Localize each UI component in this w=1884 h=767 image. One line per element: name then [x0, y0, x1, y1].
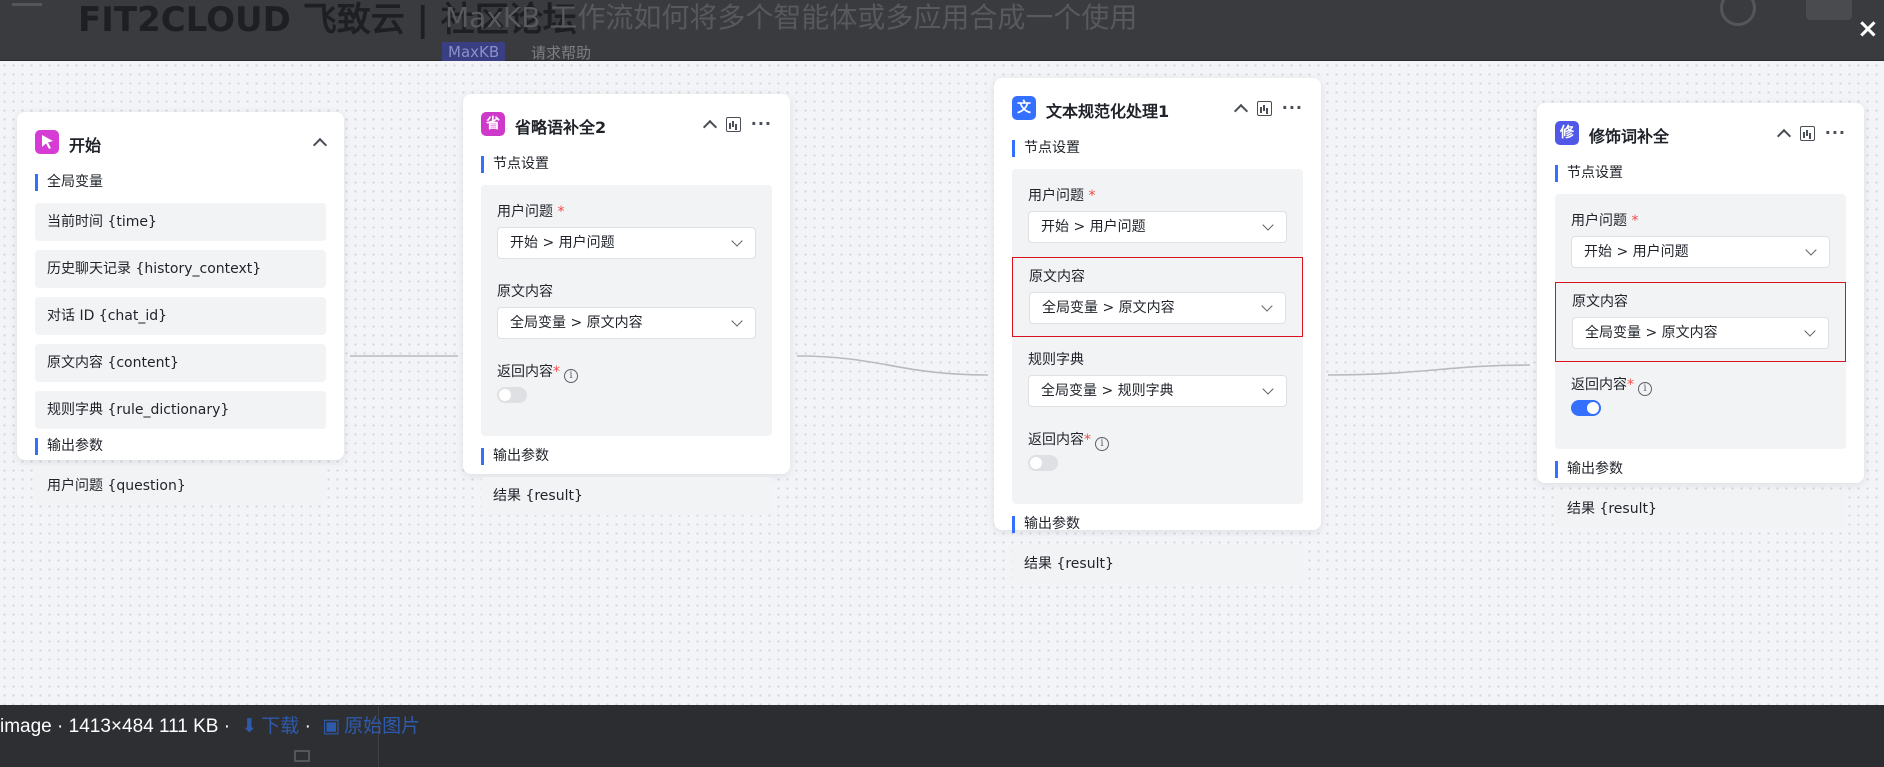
question-select[interactable]: 开始 > 用户问题: [1571, 236, 1830, 268]
field-label: 返回内容* i: [497, 361, 756, 383]
highlight-box: 原文内容 全局变量 > 原文内容: [1555, 282, 1846, 362]
output-item: 结果 {result}: [1012, 545, 1303, 583]
section-settings: 节点设置: [1555, 165, 1846, 182]
background-divider: [378, 706, 1884, 767]
field-label: 用户问题 *: [1571, 213, 1639, 229]
chevron-down-icon: [1262, 219, 1274, 231]
info-icon[interactable]: i: [1095, 437, 1109, 451]
field-label: 用户问题 *: [497, 204, 565, 220]
question-select[interactable]: 开始 > 用户问题: [1028, 211, 1287, 243]
more-icon[interactable]: ···: [751, 116, 772, 132]
highlight-box: 原文内容 全局变量 > 原文内容: [1012, 257, 1303, 337]
node-type-icon: 省: [481, 112, 505, 136]
chevron-down-icon: [1805, 244, 1817, 256]
field-label: 原文内容: [497, 284, 553, 300]
stats-icon[interactable]: [1256, 100, 1272, 116]
node-title: 省略语补全2: [515, 118, 607, 137]
collapse-icon[interactable]: [1776, 126, 1790, 140]
return-toggle[interactable]: [1571, 400, 1601, 416]
settings-panel: 用户问题 * 开始 > 用户问题 原文内容 全局变量 > 原文内容 返回内容* i: [481, 185, 772, 436]
user-button: [1806, 0, 1852, 20]
content-select[interactable]: 全局变量 > 原文内容: [1029, 292, 1286, 324]
field-label: 返回内容* i: [1571, 374, 1830, 396]
workflow-canvas: 开始 全局变量 当前时间 {time} 历史聊天记录 {history_cont…: [0, 61, 1884, 705]
post-title: MaxKB 工作流如何将多个智能体或多应用合成一个使用: [445, 1, 1138, 34]
node-abbreviation[interactable]: 省 省略语补全2 ··· 节点设置 用户问题 * 开始 > 用户问题 原文内容 …: [463, 94, 790, 515]
tag-help: 请求帮助: [531, 44, 592, 62]
section-output: 输出参数: [481, 448, 772, 465]
more-icon[interactable]: ···: [1825, 125, 1846, 141]
node-start[interactable]: 开始 全局变量 当前时间 {time} 历史聊天记录 {history_cont…: [17, 112, 344, 505]
chevron-down-icon: [731, 315, 743, 327]
image-caption: image · 1413×484 111 KB · ⬇ 下载 · ▣ 原始图片: [0, 715, 421, 738]
more-icon[interactable]: ···: [1282, 100, 1303, 116]
collapse-icon[interactable]: [1233, 101, 1247, 115]
output-item: 用户问题 {question}: [35, 467, 326, 505]
stats-icon[interactable]: [725, 116, 741, 132]
section-output: 输出参数: [1012, 516, 1303, 533]
close-lightbox-button[interactable]: ×: [1857, 16, 1879, 42]
section-output: 输出参数: [1555, 461, 1846, 478]
chevron-down-icon: [1804, 325, 1816, 337]
field-label: 返回内容* i: [1028, 429, 1287, 451]
output-item: 结果 {result}: [481, 477, 772, 515]
var-item: 当前时间 {time}: [35, 203, 326, 241]
category-tag: MaxKB: [442, 42, 506, 62]
node-normalize[interactable]: 文 文本规范化处理1 ··· 节点设置 用户问题 * 开始 > 用户问题 原文内…: [994, 78, 1321, 583]
field-label: 原文内容: [1572, 294, 1628, 310]
field-label: 用户问题 *: [1028, 188, 1096, 204]
chevron-down-icon: [1262, 383, 1274, 395]
question-select[interactable]: 开始 > 用户问题: [497, 227, 756, 259]
info-icon[interactable]: i: [564, 369, 578, 383]
return-toggle[interactable]: [497, 387, 527, 403]
var-item: 历史聊天记录 {history_context}: [35, 250, 326, 288]
rules-select[interactable]: 全局变量 > 规则字典: [1028, 375, 1287, 407]
keyboard-icon: [294, 750, 310, 762]
download-icon[interactable]: ⬇: [241, 715, 257, 738]
content-select[interactable]: 全局变量 > 原文内容: [497, 307, 756, 339]
chevron-down-icon: [731, 235, 743, 247]
edge-normalize-to-modifier: [1327, 364, 1531, 376]
node-type-icon: 文: [1012, 96, 1036, 120]
edge-abbr-to-normalize: [796, 355, 989, 376]
collapse-icon[interactable]: [702, 117, 716, 131]
chevron-down-icon: [1261, 300, 1273, 312]
var-item: 对话 ID {chat_id}: [35, 297, 326, 335]
cursor-icon: [35, 130, 59, 154]
collapse-icon[interactable]: [312, 135, 326, 149]
section-settings: 节点设置: [1012, 140, 1303, 157]
section-global-vars: 全局变量: [35, 174, 326, 191]
field-label: 原文内容: [1029, 269, 1085, 285]
return-toggle[interactable]: [1028, 455, 1058, 471]
node-title: 修饰词补全: [1589, 127, 1670, 146]
content-select[interactable]: 全局变量 > 原文内容: [1572, 317, 1829, 349]
info-icon[interactable]: i: [1638, 382, 1652, 396]
var-item: 规则字典 {rule_dictionary}: [35, 391, 326, 429]
original-image-link[interactable]: 原始图片: [344, 716, 420, 737]
output-item: 结果 {result}: [1555, 490, 1846, 528]
image-icon[interactable]: ▣: [322, 715, 340, 738]
field-label: 规则字典: [1028, 352, 1084, 368]
node-title: 文本规范化处理1: [1046, 102, 1170, 121]
node-modifier[interactable]: 修 修饰词补全 ··· 节点设置 用户问题 * 开始 > 用户问题 原文内容 全…: [1537, 103, 1864, 528]
section-settings: 节点设置: [481, 156, 772, 173]
menu-icon: [12, 0, 42, 6]
download-link[interactable]: 下载: [261, 716, 299, 737]
stats-icon[interactable]: [1799, 125, 1815, 141]
settings-panel: 用户问题 * 开始 > 用户问题 原文内容 全局变量 > 原文内容 规则字典 全…: [1012, 169, 1303, 504]
section-output: 输出参数: [35, 438, 326, 455]
var-item: 原文内容 {content}: [35, 344, 326, 382]
node-type-icon: 修: [1555, 121, 1579, 145]
settings-panel: 用户问题 * 开始 > 用户问题 原文内容 全局变量 > 原文内容 返回内容* i: [1555, 194, 1846, 449]
node-title: 开始: [69, 136, 102, 155]
